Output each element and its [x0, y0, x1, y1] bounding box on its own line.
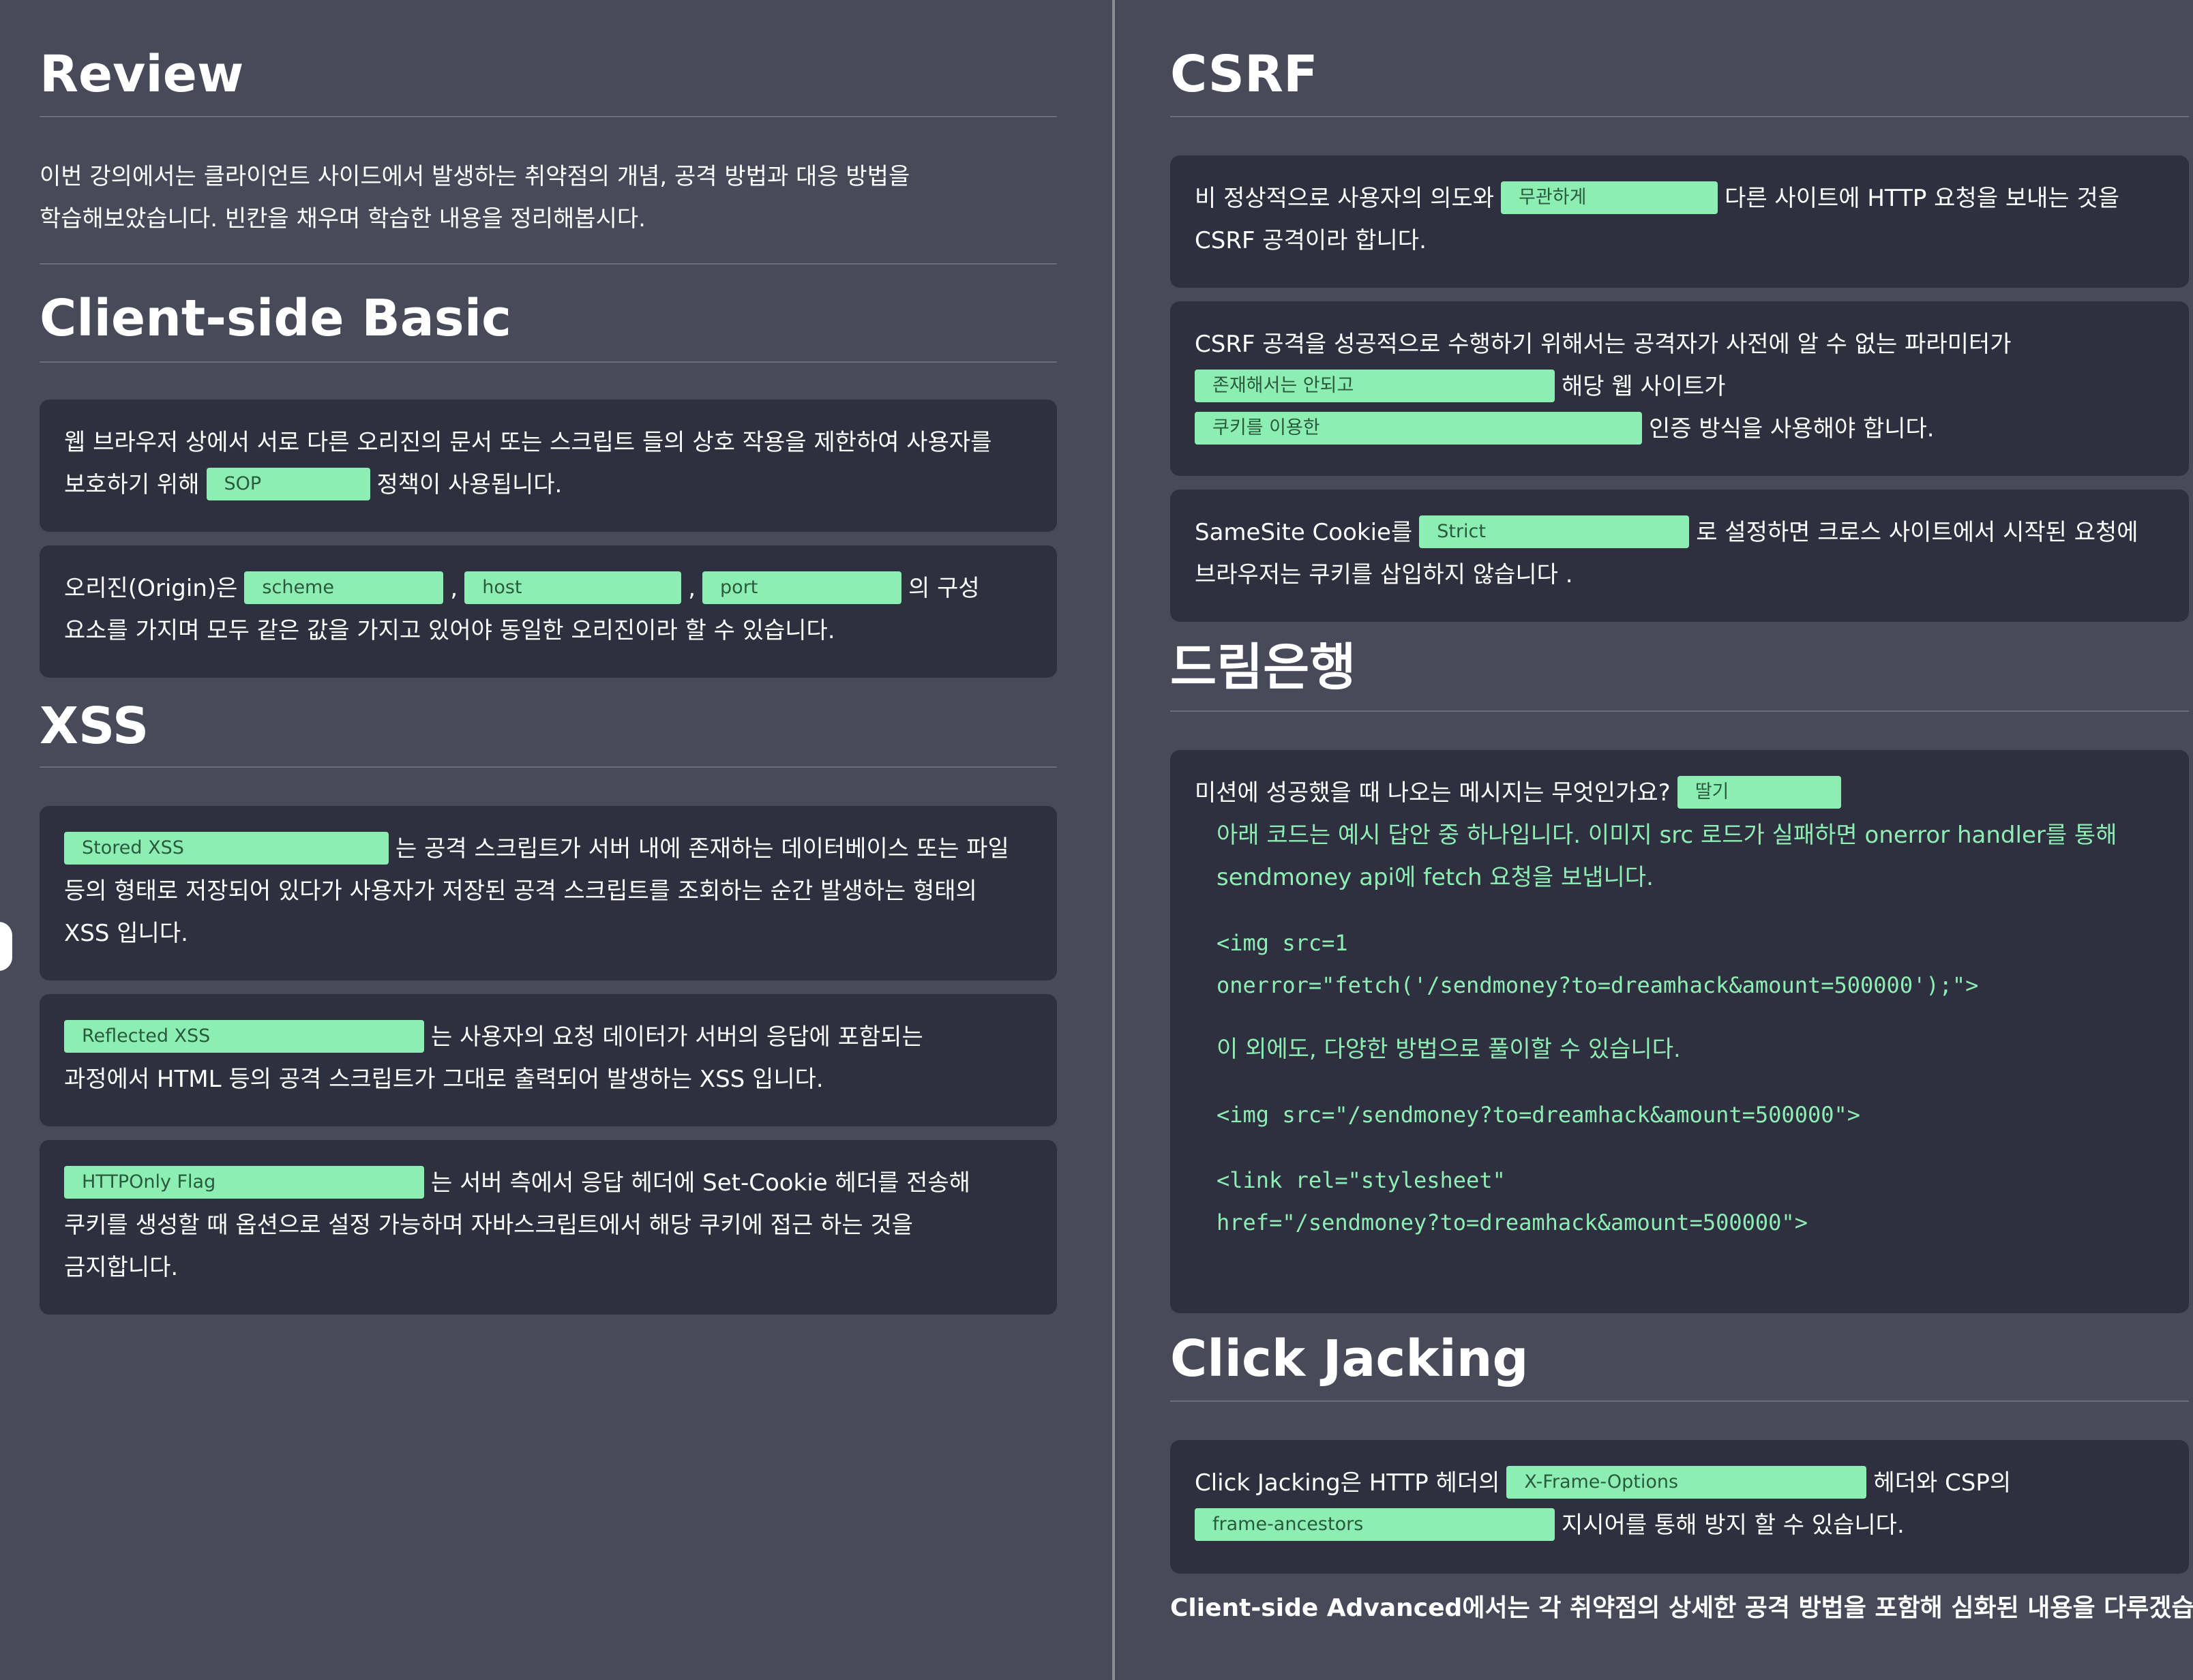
question-text: 인증 방식을 사용해야 합니다.	[1649, 415, 1935, 442]
question-text: 는 서버 측에서 응답 헤더에 Set-Cookie 헤더를 전송해	[431, 1169, 970, 1197]
review-intro-line-2: 학습해보았습니다. 빈칸을 채우며 학습한 내용을 정리해봅시다.	[40, 205, 646, 232]
answer-blank-port[interactable]: port	[702, 571, 902, 604]
dreambank-card: 미션에 성공했을 때 나오는 메시지는 무엇인가요? 딸기 아래 코드는 예시 답…	[1170, 750, 2189, 1313]
question-text: 해당 웹 사이트가	[1562, 373, 1726, 400]
question-text: 헤더와 CSP의	[1873, 1469, 2012, 1497]
question-card-click-jacking: Click Jacking은 HTTP 헤더의 X-Frame-Options 헤더…	[1170, 1440, 2189, 1574]
explanation-text: 아래 코드는 예시 답안 중 하나입니다. 이미지 src 로드가 실패하면 o…	[1217, 822, 2117, 849]
answer-blank-scheme[interactable]: scheme	[244, 571, 444, 604]
click-jacking-heading: Click Jacking	[1170, 1330, 1529, 1388]
question-text: 금지합니다.	[64, 1254, 179, 1281]
answer-blank-stored-xss[interactable]: Stored XSS	[64, 831, 389, 865]
answer-blank-message[interactable]: 딸기	[1677, 775, 1841, 809]
answer-blank-unrelated[interactable]: 무관하게	[1501, 181, 1718, 214]
question-line: 보호하기 위해 SOP 정책이 사용됩니다.	[64, 464, 1032, 506]
xss-heading: XSS	[40, 697, 149, 755]
answer-blank-frame-ancestors[interactable]: frame-ancestors	[1195, 1508, 1555, 1541]
review-intro: 이번 강의에서는 클라이언트 사이드에서 발생하는 취약점의 개념, 공격 방법…	[40, 155, 1057, 240]
question-card-csrf-conditions: CSRF 공격을 성공적으로 수행하기 위해서는 공격자가 사전에 알 수 없는…	[1170, 301, 2189, 476]
answer-blank-cookie-based[interactable]: 쿠키를 이용한	[1195, 411, 1642, 445]
question-card-samesite: SameSite Cookie를 Strict 로 설정하면 크로스 사이트에서 시…	[1170, 490, 2189, 622]
explanation-text: 이 외에도, 다양한 방법으로 풀이할 수 있습니다.	[1217, 1036, 1681, 1063]
question-card-reflected-xss: Reflected XSS 는 사용자의 요청 데이터가 서버의 응답에 포함되는…	[40, 994, 1057, 1126]
question-text: 미션에 성공했을 때 나오는 메시지는 무엇인가요?	[1195, 779, 1671, 807]
csrf-rule	[1170, 116, 2189, 117]
question-line: 쿠키를 이용한 인증 방식을 사용해야 합니다.	[1195, 408, 2164, 450]
question-text: 요소를 가지며 모두 같은 값을 가지고 있어야 동일한 오리진이라 할 수 있…	[64, 617, 835, 644]
client-side-basic-rule	[40, 361, 1057, 363]
question-line: 존재해서는 안되고 해당 웹 사이트가	[1195, 365, 2164, 408]
answer-blank-strict[interactable]: Strict	[1419, 515, 1690, 548]
column-divider	[1112, 0, 1115, 1680]
dreambank-heading: 드림은행	[1170, 638, 1356, 697]
question-line: Stored XSS 는 공격 스크립트가 서버 내에 존재하는 데이터베이스 또…	[64, 828, 1032, 870]
question-line: 미션에 성공했을 때 나오는 메시지는 무엇인가요? 딸기	[1195, 772, 2164, 814]
answer-blank-must-not-exist[interactable]: 존재해서는 안되고	[1195, 369, 1555, 402]
question-card-sop: 웹 브라우저 상에서 서로 다른 오리진의 문서 또는 스크립트 들의 상호 작…	[40, 400, 1057, 532]
separator: ,	[688, 575, 696, 602]
review-heading: Review	[40, 45, 244, 104]
answer-blank-x-frame-options[interactable]: X-Frame-Options	[1506, 1465, 1867, 1499]
question-text: CSRF 공격을 성공적으로 수행하기 위해서는 공격자가 사전에 알 수 없는…	[1195, 331, 2012, 358]
question-text: 는 공격 스크립트가 서버 내에 존재하는 데이터베이스 또는 파일	[396, 835, 1009, 862]
csrf-heading: CSRF	[1170, 45, 1318, 104]
question-line: 비 정상적으로 사용자의 의도와 무관하게 다른 사이트에 HTTP 요청을 보내는…	[1195, 177, 2164, 220]
question-text: 비 정상적으로 사용자의 의도와	[1195, 185, 1495, 212]
question-text: 등의 형태로 저장되어 있다가 사용자가 저장된 공격 스크립트를 조회하는 순…	[64, 877, 977, 905]
question-line: 오리진(Origin)은 scheme, host, port 의 구성	[64, 567, 1032, 610]
code-line: onerror="fetch('/sendmoney?to=dreamhack&…	[1217, 972, 1979, 998]
explanation-text: sendmoney api에 fetch 요청을 보냅니다.	[1217, 864, 1654, 891]
separator: ,	[450, 575, 458, 602]
question-text: 오리진(Origin)은	[64, 575, 238, 602]
question-line: HTTPOnly Flag 는 서버 측에서 응답 헤더에 Set-Cookie …	[64, 1162, 1032, 1204]
question-text: 쿠키를 생성할 때 옵션으로 설정 가능하며 자바스크립트에서 해당 쿠키에 접…	[64, 1212, 913, 1239]
answer-blank-httponly[interactable]: HTTPOnly Flag	[64, 1165, 424, 1199]
question-text: 브라우저는 쿠키를 삽입하지 않습니다 .	[1195, 561, 1573, 588]
review-rule	[40, 116, 1057, 117]
answer-blank-host[interactable]: host	[464, 571, 682, 604]
question-line: Reflected XSS 는 사용자의 요청 데이터가 서버의 응답에 포함되는	[64, 1016, 1032, 1058]
review-intro-line-1: 이번 강의에서는 클라이언트 사이드에서 발생하는 취약점의 개념, 공격 방법…	[40, 163, 910, 190]
question-text: 보호하기 위해	[64, 471, 200, 498]
click-jacking-rule	[1170, 1400, 2189, 1402]
question-text: XSS 입니다.	[64, 920, 188, 947]
question-text: 로 설정하면 크로스 사이트에서 시작된 요청에	[1696, 519, 2138, 546]
code-line: <img src=1	[1217, 930, 1348, 956]
question-text: 지시어를 통해 방지 할 수 있습니다.	[1562, 1512, 1905, 1539]
code-line: href="/sendmoney?to=dreamhack&amount=500…	[1217, 1210, 1808, 1235]
question-text: 정책이 사용됩니다.	[376, 471, 563, 498]
question-text: SameSite Cookie를	[1195, 519, 1413, 546]
question-line: Click Jacking은 HTTP 헤더의 X-Frame-Options 헤더…	[1195, 1462, 2164, 1504]
code-line: <link rel="stylesheet"	[1217, 1167, 1506, 1193]
question-text: 다른 사이트에 HTTP 요청을 보내는 것을	[1725, 185, 2120, 212]
question-card-origin: 오리진(Origin)은 scheme, host, port 의 구성 요소를 가지며…	[40, 545, 1057, 678]
question-text: 과정에서 HTML 등의 공격 스크립트가 그대로 출력되어 발생하는 XSS …	[64, 1066, 824, 1093]
review-bottom-rule	[40, 263, 1057, 265]
xss-rule	[40, 766, 1057, 768]
question-card-httponly: HTTPOnly Flag 는 서버 측에서 응답 헤더에 Set-Cookie …	[40, 1140, 1057, 1315]
question-text: 의 구성	[908, 575, 980, 602]
answer-blank-reflected-xss[interactable]: Reflected XSS	[64, 1019, 424, 1053]
edge-handle[interactable]	[0, 922, 12, 971]
question-text: Click Jacking은 HTTP 헤더의	[1195, 1469, 1500, 1497]
code-line: <img src="/sendmoney?to=dreamhack&amount…	[1217, 1102, 1861, 1128]
dreambank-rule	[1170, 710, 2189, 712]
question-text: 는 사용자의 요청 데이터가 서버의 응답에 포함되는	[431, 1023, 923, 1051]
question-line: frame-ancestors 지시어를 통해 방지 할 수 있습니다.	[1195, 1504, 2164, 1546]
question-text: CSRF 공격이라 합니다.	[1195, 227, 1427, 254]
question-card-stored-xss: Stored XSS 는 공격 스크립트가 서버 내에 존재하는 데이터베이스 또…	[40, 806, 1057, 980]
question-text: 웹 브라우저 상에서 서로 다른 오리진의 문서 또는 스크립트 들의 상호 작…	[64, 429, 992, 456]
answer-blank-sop[interactable]: SOP	[206, 467, 370, 500]
question-card-csrf-intent: 비 정상적으로 사용자의 의도와 무관하게 다른 사이트에 HTTP 요청을 보내는…	[1170, 155, 2189, 288]
footer-note: Client-side Advanced에서는 각 취약점의 상세한 공격 방법…	[1170, 1594, 2193, 1622]
client-side-basic-heading: Client-side Basic	[40, 289, 511, 348]
question-line: SameSite Cookie를 Strict 로 설정하면 크로스 사이트에서 시…	[1195, 511, 2164, 554]
